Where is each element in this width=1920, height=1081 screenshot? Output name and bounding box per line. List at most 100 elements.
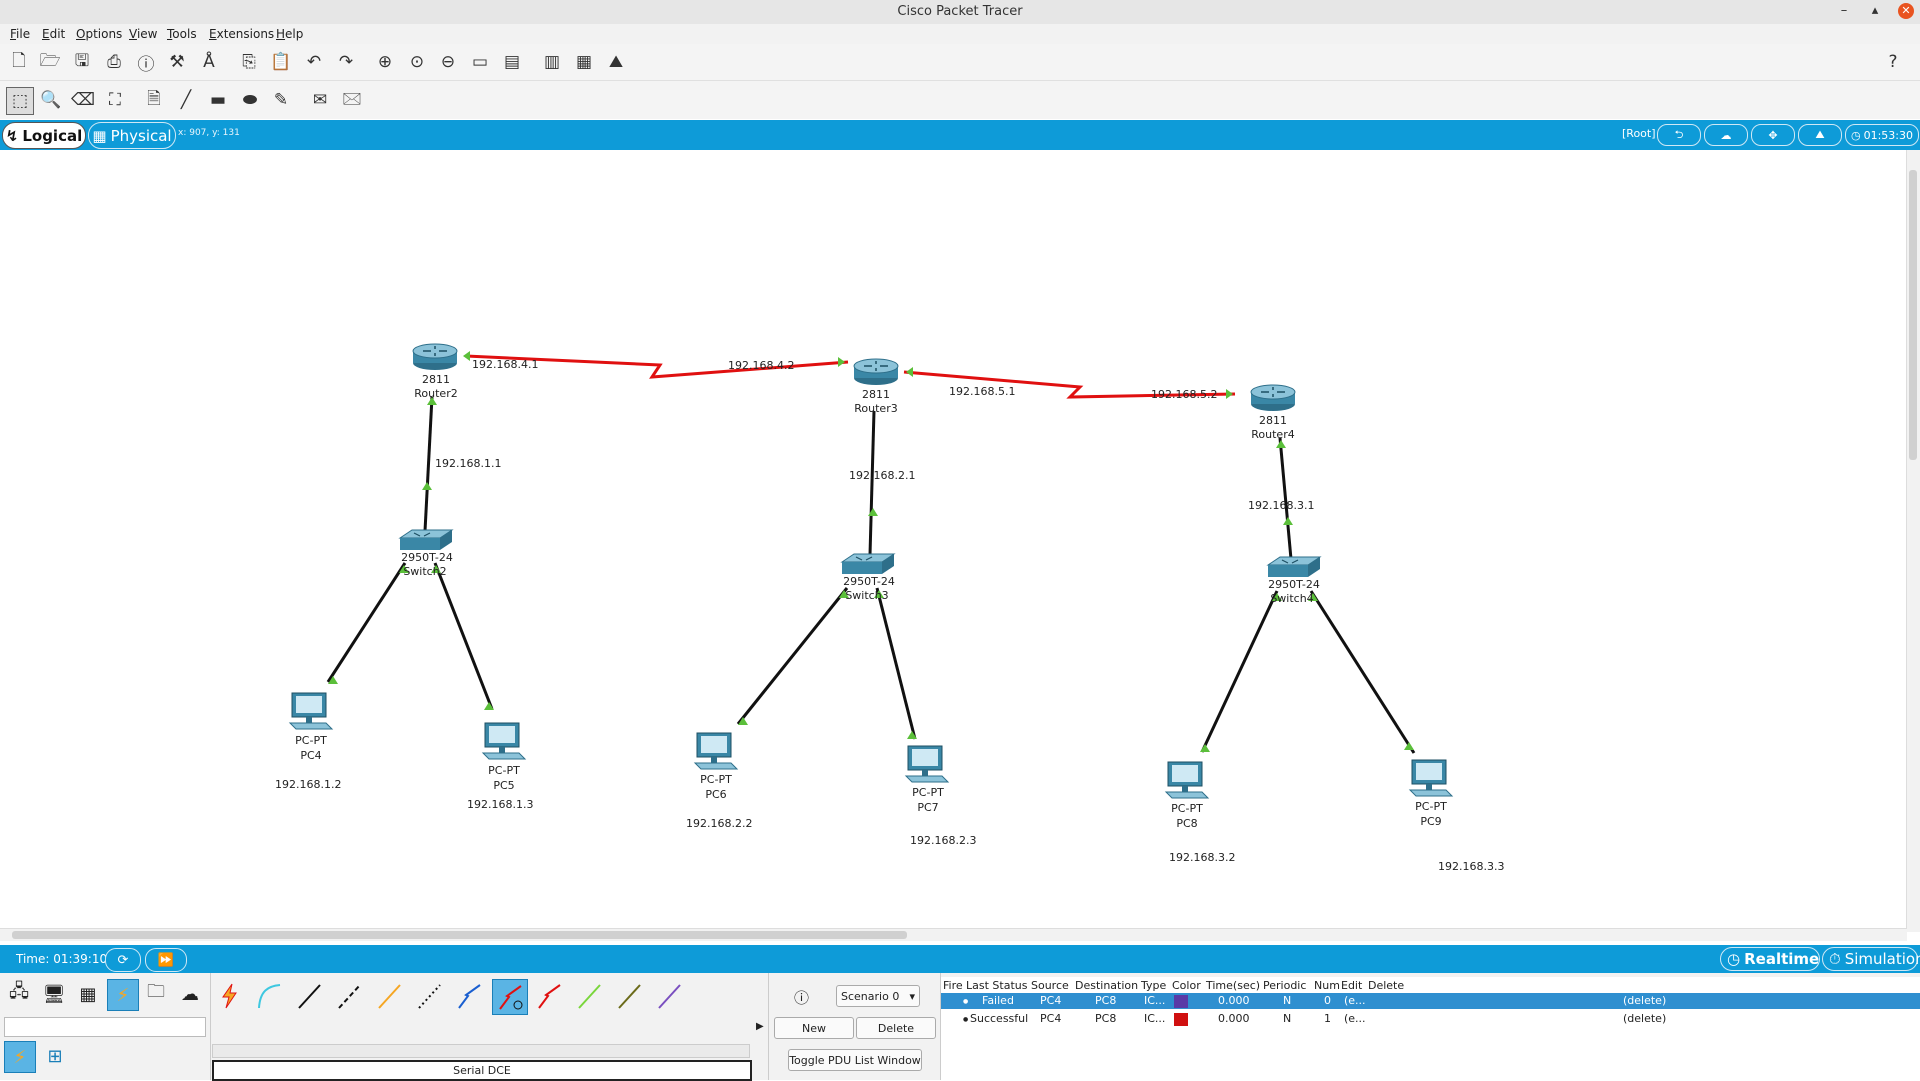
pdu-fire-icon[interactable]: ●: [963, 1016, 968, 1023]
zoom-reset-icon[interactable]: ⊙: [404, 49, 430, 75]
scenario-info-icon[interactable]: ⓘ: [794, 987, 809, 1008]
draw-line-icon[interactable]: ╱: [173, 87, 199, 113]
category-multiuser-icon[interactable]: ☁: [175, 979, 205, 1009]
undo-icon[interactable]: ↶: [301, 49, 327, 75]
conn-octal-icon[interactable]: [572, 979, 606, 1013]
workspace-vertical-scrollbar[interactable]: [1906, 150, 1920, 932]
menu-edit[interactable]: Edit: [42, 27, 65, 41]
help-icon[interactable]: ?: [1880, 49, 1906, 75]
open-folder-icon[interactable]: 🗁: [37, 49, 63, 75]
link-switch2-pc5[interactable]: [433, 562, 494, 710]
viewport-icon[interactable]: ▥: [539, 49, 565, 75]
zoom-in-icon[interactable]: ⊕: [372, 49, 398, 75]
drawing-palette-icon[interactable]: ▭: [467, 49, 493, 75]
link-switch4-pc9[interactable]: [1309, 590, 1416, 754]
maximize-button[interactable]: ▴: [1866, 3, 1884, 18]
switch-switch2[interactable]: 2950T-24 Switch2: [399, 529, 453, 578]
conn-console-icon[interactable]: [252, 979, 286, 1013]
device-dialog-icon[interactable]: ▦: [571, 49, 597, 75]
new-file-icon[interactable]: 🗋: [6, 49, 32, 75]
pdu-edit-link[interactable]: (e...: [1344, 1012, 1366, 1025]
link-switch3-pc6[interactable]: [736, 587, 849, 725]
category-components-icon[interactable]: ▦: [73, 979, 103, 1009]
activity-wizard-icon[interactable]: Å: [196, 49, 222, 75]
category-miscellaneous-icon[interactable]: 🗀: [141, 979, 171, 1009]
pdu-delete-link[interactable]: (delete): [1623, 994, 1666, 1007]
menu-help[interactable]: Help: [276, 27, 303, 41]
pdu-fire-icon[interactable]: ●: [963, 998, 968, 1005]
vertical-scroll-thumb[interactable]: [1909, 170, 1917, 460]
logical-workspace[interactable]: 2811 Router2 2811 Router3 2811 Router4 2…: [0, 150, 1920, 932]
place-note-icon[interactable]: 🗎: [141, 87, 167, 113]
info-icon[interactable]: ⓘ: [133, 49, 159, 75]
pdu-row[interactable]: ● Failed PC4 PC8 IC... 0.000 N 0 (e... (…: [941, 993, 1920, 1009]
panel-collapse-toggle[interactable]: ▶: [752, 973, 769, 1080]
category-network-devices-icon[interactable]: 🖧: [4, 979, 34, 1009]
add-simple-pdu-icon[interactable]: ✉: [307, 87, 333, 113]
root-breadcrumb[interactable]: [Root]: [1622, 127, 1656, 140]
category-end-devices-icon[interactable]: 🖥: [39, 979, 69, 1009]
horizontal-scroll-thumb[interactable]: [12, 931, 907, 939]
router-router4[interactable]: 2811 Router4: [1250, 384, 1296, 441]
tab-logical[interactable]: ↯ Logical: [2, 122, 86, 149]
fast-forward-icon[interactable]: ⏩: [145, 948, 187, 972]
new-cluster-icon[interactable]: ☁: [1704, 124, 1748, 146]
router-router3[interactable]: 2811 Router3: [853, 358, 899, 415]
pdu-delete-link[interactable]: (delete): [1623, 1012, 1666, 1025]
link-switch4-pc8[interactable]: [1200, 590, 1279, 753]
conn-serial-dce-icon[interactable]: [492, 979, 528, 1015]
power-cycle-icon[interactable]: ⟳: [105, 948, 141, 972]
select-icon[interactable]: ⬚: [6, 87, 34, 115]
move-object-icon[interactable]: ✥: [1751, 124, 1795, 146]
switch-switch3[interactable]: 2950T-24 Switch3: [841, 553, 895, 602]
tab-physical[interactable]: ▦ Physical: [88, 122, 176, 149]
realtime-mode-button[interactable]: ◷ Realtime: [1720, 947, 1820, 971]
conn-copper-cross-icon[interactable]: [332, 979, 366, 1013]
link-router3-switch3[interactable]: [868, 410, 876, 556]
menu-options[interactable]: Options: [76, 27, 122, 41]
subcategory-connections-icon[interactable]: ⚡: [4, 1041, 36, 1073]
pc-pc9[interactable]: PC-PT PC9: [1409, 759, 1453, 828]
conn-usb-icon[interactable]: [652, 979, 686, 1013]
pc-pc5[interactable]: PC-PT PC5: [482, 722, 526, 792]
conn-iot-icon[interactable]: [612, 979, 646, 1013]
conn-coaxial-icon[interactable]: [452, 979, 486, 1013]
custom-device-icon[interactable]: ▤: [499, 49, 525, 75]
scenario-select[interactable]: Scenario 0 ▾: [836, 985, 920, 1007]
conn-serial-dte-icon[interactable]: [532, 979, 566, 1013]
conn-copper-straight-icon[interactable]: [292, 979, 326, 1013]
back-icon[interactable]: ⮌: [1657, 124, 1701, 146]
category-connections-icon[interactable]: ⚡: [107, 979, 139, 1011]
conn-automatic-icon[interactable]: [212, 979, 246, 1013]
menu-file[interactable]: File: [10, 27, 30, 41]
menu-tools[interactable]: Tools: [167, 27, 197, 41]
print-icon[interactable]: ⎙: [101, 49, 127, 75]
delete-scenario-button[interactable]: Delete: [856, 1017, 936, 1039]
zoom-out-icon[interactable]: ⊖: [435, 49, 461, 75]
workspace-horizontal-scrollbar[interactable]: [0, 928, 1907, 941]
redo-icon[interactable]: ↷: [333, 49, 359, 75]
connection-panel-scrollbar[interactable]: [212, 1044, 750, 1058]
delete-icon[interactable]: ⌫: [70, 87, 96, 113]
cluster-icon[interactable]: ⛰: [603, 49, 629, 75]
simulation-mode-button[interactable]: ⏱ Simulation: [1822, 947, 1920, 971]
link-switch3-pc7[interactable]: [875, 587, 917, 740]
resize-shape-icon[interactable]: ⛶: [102, 87, 128, 113]
minimize-button[interactable]: –: [1835, 3, 1853, 18]
close-button[interactable]: ✕: [1898, 3, 1914, 19]
subcategory-grid-icon[interactable]: ⊞: [40, 1041, 70, 1071]
menu-extensions[interactable]: Extensions: [209, 27, 274, 41]
freeform-icon[interactable]: ✎: [268, 87, 294, 113]
save-icon[interactable]: 🖫: [69, 49, 95, 75]
draw-ellipse-icon[interactable]: ⬬: [237, 87, 263, 113]
menu-view[interactable]: View: [129, 27, 157, 41]
link-router2-switch2[interactable]: [423, 396, 434, 532]
pdu-edit-link[interactable]: (e...: [1344, 994, 1366, 1007]
pdu-row[interactable]: ● Successful PC4 PC8 IC... 0.000 N 1 (e.…: [941, 1011, 1920, 1027]
inspect-icon[interactable]: 🔍: [38, 87, 64, 113]
new-scenario-button[interactable]: New: [774, 1017, 854, 1039]
pc-pc6[interactable]: PC-PT PC6: [694, 732, 738, 801]
draw-rectangle-icon[interactable]: ▬: [205, 87, 231, 113]
conn-fiber-icon[interactable]: [372, 979, 406, 1013]
conn-phone-icon[interactable]: [412, 979, 446, 1013]
